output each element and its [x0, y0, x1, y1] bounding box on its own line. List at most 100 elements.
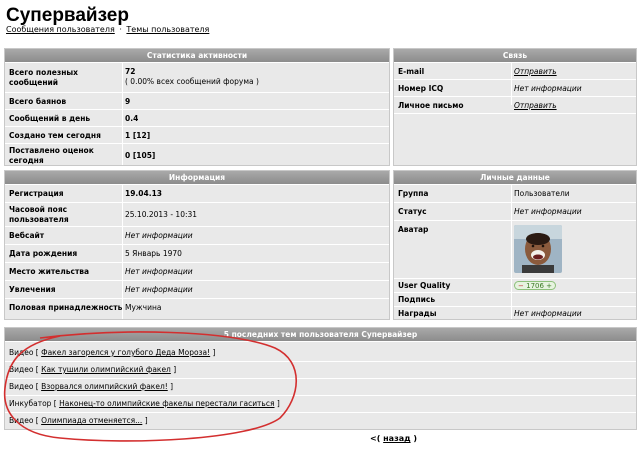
activity-value: 72 [125, 67, 136, 76]
info-label: Половая принадлежность [9, 303, 123, 312]
info-label: Дата рождения [9, 249, 78, 258]
info-value: 5 Январь 1970 [125, 249, 182, 258]
info-value: Нет информации [125, 285, 193, 294]
info-row-timezone: Часовой пояс пользователя 25.10.2013 - 1… [5, 203, 389, 227]
breadcrumb-user-topics-link[interactable]: Темы пользователя [126, 25, 209, 34]
activity-row-posts: Всего полезных сообщений 72 ( 0.00% всех… [5, 63, 389, 93]
back-link[interactable]: назад [383, 434, 410, 443]
info-value: Нет информации [125, 267, 193, 276]
send-email-link[interactable]: Отправить [514, 67, 557, 76]
personal-label: Статус [398, 207, 427, 216]
activity-panel: Статистика активности Всего полезных соо… [4, 48, 390, 166]
contact-panel-header: Связь [394, 49, 636, 63]
plus-icon: + [546, 282, 553, 290]
personal-row-group: Группа Пользователи [394, 185, 636, 203]
personal-label: User Quality [398, 281, 451, 290]
personal-value: Пользователи [514, 189, 570, 198]
last-topics-header: 5 последних тем пользователя Супервайзер [5, 328, 636, 342]
personal-row-signature: Подпись [394, 293, 636, 307]
contact-row-pm: Личное письмо Отправить [394, 97, 636, 114]
activity-value: 0 [105] [125, 151, 156, 160]
topic-row: Инкубатор [ Наконец-то олимпийские факел… [5, 395, 636, 413]
topic-section: Инкубатор [9, 399, 52, 408]
topic-link[interactable]: Факел загорелся у голубого Деда Мороза! [41, 348, 210, 357]
personal-value: Нет информации [514, 207, 582, 216]
avatar-image [514, 225, 562, 273]
topic-section: Видео [9, 365, 34, 374]
topic-section: Видео [9, 348, 34, 357]
info-label: Место жительства [9, 267, 90, 276]
personal-row-quality: User Quality − 1706 + [394, 279, 636, 293]
personal-panel-header: Личные данные [394, 171, 636, 185]
personal-value: Нет информации [514, 309, 582, 318]
topic-section: Видео [9, 382, 34, 391]
topic-row: Видео [ Как тушили олимпийский факел ] [5, 361, 636, 379]
activity-row-bayans: Всего баянов 9 [5, 93, 389, 110]
breadcrumb-user-posts-link[interactable]: Сообщения пользователя [6, 25, 115, 34]
topic-link[interactable]: Как тушили олимпийский факел [41, 365, 171, 374]
personal-label: Награды [398, 309, 437, 318]
activity-row-topics-today: Создано тем сегодня 1 [12] [5, 127, 389, 144]
info-label: Регистрация [9, 189, 64, 198]
contact-label: Личное письмо [398, 101, 464, 110]
breadcrumb-separator: · [119, 25, 122, 34]
info-label: Часовой пояс пользователя [9, 205, 69, 224]
activity-label: Всего полезных сообщений [9, 68, 79, 87]
topic-link[interactable]: Олимпиада отменяется... [41, 416, 142, 425]
activity-panel-header: Статистика активности [5, 49, 389, 63]
activity-sub-value: ( 0.00% всех сообщений форума ) [125, 77, 259, 86]
personal-label: Подпись [398, 295, 436, 304]
page-title: Супервайзер [6, 5, 129, 26]
activity-value: 9 [125, 97, 131, 106]
user-quality-badge[interactable]: − 1706 + [514, 281, 557, 290]
minus-icon: − [518, 282, 524, 290]
info-value: 19.04.13 [125, 189, 163, 198]
activity-row-per-day: Сообщений в день 0.4 [5, 110, 389, 127]
activity-label: Поставлено оценок сегодня [9, 146, 94, 165]
personal-row-status: Статус Нет информации [394, 203, 636, 221]
topic-link[interactable]: Наконец-то олимпийские факелы перестали … [59, 399, 274, 408]
contact-panel: Связь E-mail Отправить Номер ICQ Нет инф… [393, 48, 637, 166]
back-arrow: < [370, 434, 377, 443]
personal-row-awards: Награды Нет информации [394, 307, 636, 321]
breadcrumb: Сообщения пользователя · Темы пользовате… [6, 25, 209, 34]
info-row-website: Вебсайт Нет информации [5, 227, 389, 245]
contact-value: Нет информации [514, 84, 582, 93]
info-panel: Информация Регистрация 19.04.13 Часовой … [4, 170, 390, 320]
contact-row-email: E-mail Отправить [394, 63, 636, 80]
info-value: Нет информации [125, 231, 193, 240]
info-row-registration: Регистрация 19.04.13 [5, 185, 389, 203]
info-row-interests: Увлечения Нет информации [5, 281, 389, 299]
user-quality-value: 1706 [526, 282, 544, 290]
info-panel-header: Информация [5, 171, 389, 185]
personal-label: Аватар [398, 225, 429, 234]
activity-value: 0.4 [125, 114, 139, 123]
send-pm-link[interactable]: Отправить [514, 101, 557, 110]
topic-link[interactable]: Взорвался олимпийский факел! [41, 382, 168, 391]
topic-row: Видео [ Факел загорелся у голубого Деда … [5, 344, 636, 362]
info-row-birthday: Дата рождения 5 Январь 1970 [5, 245, 389, 263]
last-topics-panel: 5 последних тем пользователя Супервайзер… [4, 327, 637, 430]
topic-row: Видео [ Олимпиада отменяется... ] [9, 416, 148, 425]
personal-label: Группа [398, 189, 429, 198]
personal-panel: Личные данные Группа Пользователи Статус… [393, 170, 637, 320]
activity-label: Всего баянов [9, 97, 67, 106]
info-value: 25.10.2013 - 10:31 [125, 210, 198, 219]
info-label: Увлечения [9, 285, 56, 294]
contact-row-icq: Номер ICQ Нет информации [394, 80, 636, 97]
info-row-gender: Половая принадлежность Мужчина [5, 299, 389, 321]
activity-label: Сообщений в день [9, 114, 91, 123]
activity-label: Создано тем сегодня [9, 131, 101, 140]
topic-row: Видео [ Взорвался олимпийский факел! ] [5, 378, 636, 396]
info-row-location: Место жительства Нет информации [5, 263, 389, 281]
contact-label: Номер ICQ [398, 84, 444, 93]
info-value: Мужчина [125, 303, 162, 312]
avatar [514, 225, 562, 273]
back-nav: <( назад ) [370, 434, 418, 443]
activity-value: 1 [12] [125, 131, 151, 140]
topic-section: Видео [9, 416, 34, 425]
personal-row-avatar: Аватар [394, 221, 636, 279]
info-label: Вебсайт [9, 231, 45, 240]
contact-label: E-mail [398, 67, 425, 76]
activity-row-ratings-today: Поставлено оценок сегодня 0 [105] [5, 144, 389, 167]
